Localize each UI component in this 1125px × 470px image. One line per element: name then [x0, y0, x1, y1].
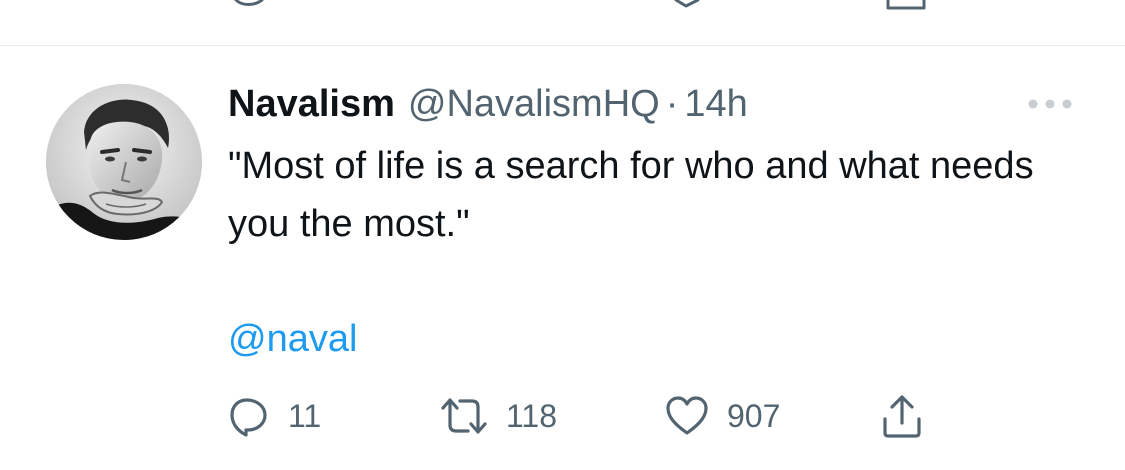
- timestamp[interactable]: 14h: [684, 80, 747, 128]
- avatar[interactable]: [46, 84, 202, 240]
- tweet-actions: 11 118 907: [228, 392, 988, 440]
- more-options-button[interactable]: [1024, 92, 1076, 116]
- heart-icon: [666, 396, 708, 435]
- avatar-photo: [46, 84, 202, 240]
- previous-tweet-actions: [0, 0, 1125, 46]
- share-icon: [883, 395, 921, 438]
- previous-retweet-icon-fragment: [674, 0, 700, 8]
- tweet-divider: [0, 45, 1125, 46]
- retweet-icon: [441, 398, 487, 434]
- more-options-icon: [1028, 99, 1072, 109]
- display-name[interactable]: Navalism: [228, 80, 395, 128]
- mention-link[interactable]: @naval: [228, 313, 357, 365]
- reply-button[interactable]: 11: [228, 392, 321, 440]
- previous-reply-icon-fragment: [234, 0, 264, 6]
- separator-dot: ·: [665, 83, 679, 125]
- previous-share-icon-fragment: [886, 0, 926, 10]
- tweet-text: "Most of life is a search for who and wh…: [228, 145, 1034, 245]
- reply-count: 11: [288, 398, 322, 434]
- like-button[interactable]: 907: [665, 392, 780, 440]
- reply-icon: [230, 398, 267, 437]
- like-count: 907: [727, 398, 781, 434]
- retweet-button[interactable]: 118: [440, 392, 557, 440]
- retweet-count: 118: [506, 398, 558, 434]
- share-button[interactable]: [880, 392, 924, 440]
- tweet-header: Navalism @NavalismHQ · 14h: [228, 80, 748, 128]
- user-handle[interactable]: @NavalismHQ: [408, 80, 660, 128]
